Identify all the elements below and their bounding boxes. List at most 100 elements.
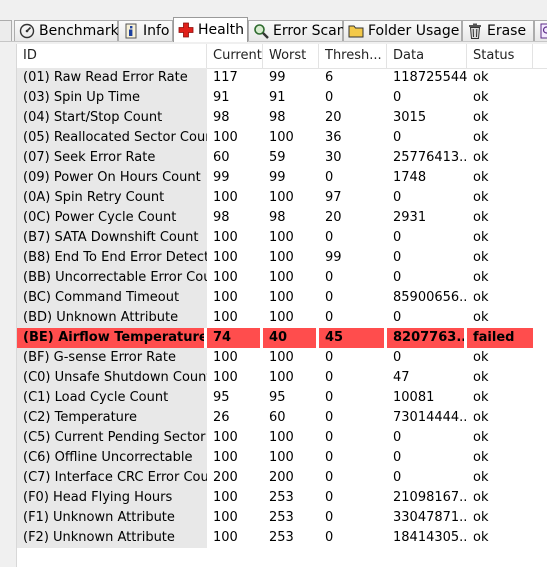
table-row[interactable]: (B8) End To End Error Detect... 100 100 99 0… — [17, 248, 547, 268]
current-value-cell: 100 — [213, 290, 238, 305]
worst-value-cell: 100 — [269, 370, 294, 385]
tab-folder-usage[interactable]: Folder Usage — [343, 20, 462, 41]
table-row[interactable]: (F0) Head Flying Hours 100 253 0 21098167...… — [17, 488, 547, 508]
current-value-cell: 100 — [213, 130, 238, 145]
threshold-value-cell: 20 — [325, 210, 342, 225]
worst-value-cell: 253 — [269, 510, 294, 525]
worst-value-cell: 253 — [269, 490, 294, 505]
attribute-id-cell: (01) Raw Read Error Rate — [17, 68, 207, 88]
table-row[interactable]: (BD) Unknown Attribute 100 100 0 0 ok — [17, 308, 547, 328]
status-cell: ok — [473, 310, 489, 325]
table-row[interactable]: (0C) Power Cycle Count 98 98 20 2931 ok — [17, 208, 547, 228]
raw-data-cell: 47 — [393, 370, 410, 385]
threshold-value-cell: 0 — [325, 390, 334, 405]
raw-data-cell: 3015 — [393, 110, 427, 125]
worst-value-cell: 99 — [269, 170, 286, 185]
threshold-value-cell: 0 — [325, 350, 334, 365]
raw-data-cell: 0 — [393, 350, 402, 365]
current-value-cell: 95 — [213, 390, 230, 405]
raw-data-cell: 118725544 — [393, 70, 467, 85]
attribute-id-cell: (03) Spin Up Time — [17, 88, 207, 108]
table-row[interactable]: (05) Reallocated Sector Count 100 100 36 0 ok — [17, 128, 547, 148]
tab-erase[interactable]: Erase — [462, 20, 534, 41]
column-header-data[interactable]: Data — [387, 44, 467, 68]
column-header-threshold[interactable]: Thresh... — [319, 44, 387, 68]
magnifier-icon — [253, 23, 269, 39]
table-row[interactable]: (C6) Offline Uncorrectable 100 100 0 0 ok — [17, 448, 547, 468]
current-value-cell: 91 — [213, 90, 230, 105]
raw-data-cell: 0 — [393, 130, 402, 145]
column-header-id[interactable]: ID — [17, 44, 207, 68]
table-row[interactable]: (C0) Unsafe Shutdown Count 100 100 0 47 ok — [17, 368, 547, 388]
status-cell: ok — [473, 390, 489, 405]
attribute-id-cell: (B8) End To End Error Detect... — [17, 248, 207, 268]
column-header-status[interactable]: Status — [467, 44, 533, 68]
table-body: (01) Raw Read Error Rate 117 99 6 118725544 o… — [17, 68, 547, 548]
current-value-cell: 100 — [213, 370, 238, 385]
smart-attributes-table[interactable]: ID Current Worst Thresh... Data Status (… — [16, 44, 547, 567]
table-row[interactable]: (01) Raw Read Error Rate 117 99 6 118725544 o… — [17, 68, 547, 88]
table-row[interactable]: (07) Seek Error Rate 60 59 30 25776413... ok — [17, 148, 547, 168]
table-row[interactable]: (C2) Temperature 26 60 0 73014444... ok — [17, 408, 547, 428]
attribute-id-cell: (0A) Spin Retry Count — [17, 188, 207, 208]
tab-stub — [0, 20, 12, 41]
tab-benchmark[interactable]: Benchmark — [14, 20, 119, 41]
raw-data-cell: 0 — [393, 430, 402, 445]
threshold-value-cell: 0 — [325, 90, 334, 105]
threshold-value-cell: 0 — [325, 270, 334, 285]
table-row[interactable]: (F1) Unknown Attribute 100 253 0 33047871...… — [17, 508, 547, 528]
table-row[interactable]: (09) Power On Hours Count 99 99 0 1748 ok — [17, 168, 547, 188]
trash-icon — [467, 23, 483, 39]
current-value-cell: 98 — [213, 110, 230, 125]
threshold-value-cell: 0 — [325, 290, 334, 305]
health-cross-icon — [178, 22, 194, 38]
column-header-worst[interactable]: Worst — [263, 44, 319, 68]
table-row[interactable]: (0A) Spin Retry Count 100 100 97 0 ok — [17, 188, 547, 208]
tab-error-scan[interactable]: Error Scan — [248, 20, 346, 41]
benchmark-icon — [19, 23, 35, 39]
raw-data-cell: 0 — [393, 90, 402, 105]
info-icon — [123, 23, 139, 39]
attribute-id-cell: (BD) Unknown Attribute — [17, 308, 207, 328]
worst-value-cell: 100 — [269, 250, 294, 265]
worst-value-cell: 100 — [269, 350, 294, 365]
attribute-id-cell: (BC) Command Timeout — [17, 288, 207, 308]
table-row[interactable]: (C7) Interface CRC Error Count 200 200 0 0 ok — [17, 468, 547, 488]
worst-value-cell: 100 — [269, 290, 294, 305]
worst-value-cell: 59 — [269, 150, 286, 165]
table-row[interactable]: (C1) Load Cycle Count 95 95 0 10081 ok — [17, 388, 547, 408]
worst-value-cell: 100 — [269, 430, 294, 445]
table-row[interactable]: (BB) Uncorrectable Error Cou... 100 100 0 0 o… — [17, 268, 547, 288]
worst-value-cell: 100 — [269, 130, 294, 145]
table-row[interactable]: (03) Spin Up Time 91 91 0 0 ok — [17, 88, 547, 108]
column-header-current[interactable]: Current — [207, 44, 263, 68]
tab-next-partial[interactable] — [534, 20, 547, 41]
tab-health[interactable]: Health — [173, 17, 248, 42]
worst-value-cell: 95 — [269, 390, 286, 405]
current-value-cell: 100 — [213, 270, 238, 285]
table-row[interactable]: (C5) Current Pending Sector 100 100 0 0 ok — [17, 428, 547, 448]
attribute-id-cell: (C0) Unsafe Shutdown Count — [17, 368, 207, 388]
threshold-value-cell: 97 — [325, 190, 342, 205]
current-value-cell: 26 — [213, 410, 230, 425]
table-row[interactable]: (BC) Command Timeout 100 100 0 85900656... ok — [17, 288, 547, 308]
table-row[interactable]: (B7) SATA Downshift Count 100 100 0 0 ok — [17, 228, 547, 248]
status-cell: ok — [473, 250, 489, 265]
tab-info[interactable]: Info — [118, 20, 173, 41]
current-value-cell: 100 — [213, 230, 238, 245]
current-value-cell: 117 — [213, 70, 238, 85]
table-row-failed[interactable]: (BE) Airflow Temperature 74 40 45 8207763...… — [17, 328, 547, 348]
tab-label: Erase — [487, 23, 527, 39]
status-cell: ok — [473, 230, 489, 245]
worst-value-cell: 100 — [269, 310, 294, 325]
worst-value-cell: 60 — [269, 410, 286, 425]
worst-value-cell: 98 — [269, 110, 286, 125]
table-row[interactable]: (04) Start/Stop Count 98 98 20 3015 ok — [17, 108, 547, 128]
attribute-id-cell: (F0) Head Flying Hours — [17, 488, 207, 508]
status-cell: ok — [473, 410, 489, 425]
table-row[interactable]: (BF) G-sense Error Rate 100 100 0 0 ok — [17, 348, 547, 368]
current-value-cell: 100 — [213, 430, 238, 445]
threshold-value-cell: 0 — [325, 530, 334, 545]
status-cell: ok — [473, 510, 489, 525]
table-row[interactable]: (F2) Unknown Attribute 100 253 0 18414305...… — [17, 528, 547, 548]
